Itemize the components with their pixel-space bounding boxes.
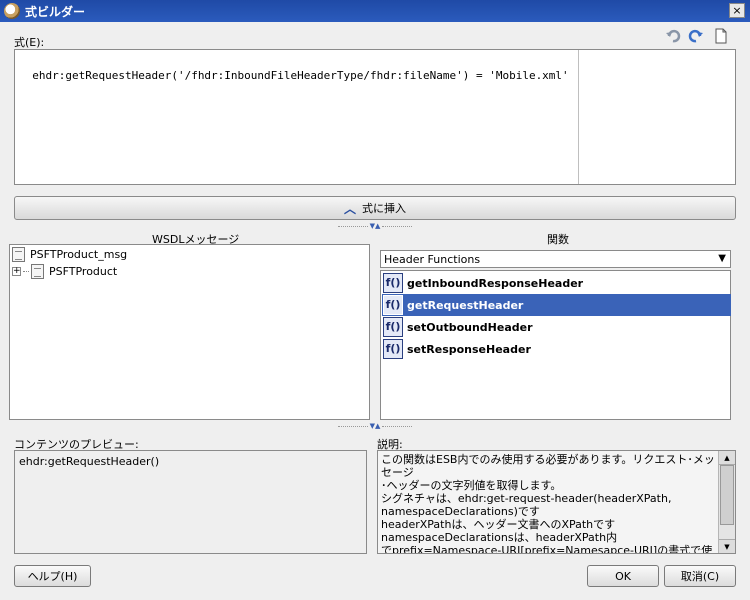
content-preview: ehdr:getRequestHeader()	[14, 450, 367, 554]
tree-item-label: PSFTProduct	[49, 265, 118, 278]
description-line: この関数はESB内でのみ使用する必要があります。リクエスト･メッセージ	[381, 453, 715, 479]
function-icon: f()	[383, 317, 403, 337]
function-label: getInboundResponseHeader	[407, 276, 584, 290]
insert-into-expression-button[interactable]: ︿ 式に挿入	[14, 196, 736, 220]
wsdl-tree-panel[interactable]: PSFTProduct_msg + PSFTProduct	[9, 244, 370, 420]
preview-text: ehdr:getRequestHeader()	[19, 455, 160, 468]
description-line: でprefix=Namespace-URI[prefix=Namesapce-U…	[381, 544, 713, 554]
function-label: getRequestHeader	[407, 298, 524, 312]
functions-header: 関数	[547, 233, 569, 246]
function-category-value: Header Functions	[384, 252, 481, 266]
function-icon: f()	[383, 339, 403, 359]
new-document-icon[interactable]	[713, 28, 729, 44]
window-title: 式ビルダー	[25, 4, 86, 19]
app-icon	[4, 3, 20, 19]
function-item[interactable]: f() setResponseHeader	[382, 338, 731, 360]
function-item[interactable]: f() getInboundResponseHeader	[382, 272, 731, 294]
chevron-up-icon: ︿	[343, 201, 356, 216]
description-scrollbar[interactable]: ▲ ▼	[718, 451, 735, 553]
splitter-handle-top[interactable]: ▼▲	[334, 222, 416, 230]
description-line: headerXPathは、ヘッダー文書へのXPathです	[381, 518, 616, 531]
help-button-label: ヘルプ(H)	[27, 570, 78, 583]
function-label: setOutboundHeader	[407, 320, 533, 334]
scroll-thumb[interactable]	[720, 465, 734, 525]
scroll-up-icon[interactable]: ▲	[719, 451, 735, 465]
function-icon: f()	[383, 273, 403, 293]
function-item[interactable]: f() setOutboundHeader	[382, 316, 731, 338]
description-line: シグネチャは、ehdr:get-request-header(headerXPa…	[381, 492, 672, 505]
expand-icon[interactable]: +	[12, 267, 21, 276]
description-text: この関数はESB内でのみ使用する必要があります。リクエスト･メッセージ ･ヘッダ…	[381, 453, 717, 554]
tree-item-label: PSFTProduct_msg	[30, 248, 128, 261]
description-line: namespaceDeclarations)です	[381, 505, 540, 518]
expression-editor[interactable]: ehdr:getRequestHeader('/fhdr:InboundFile…	[14, 49, 736, 185]
close-button[interactable]: ×	[729, 3, 745, 18]
ok-button[interactable]: OK	[587, 565, 659, 587]
description-line: ･ヘッダーの文字列値を取得します。	[381, 479, 562, 492]
description-box[interactable]: この関数はESB内でのみ使用する必要があります。リクエスト･メッセージ ･ヘッダ…	[377, 450, 736, 554]
cancel-button-label: 取消(C)	[680, 570, 720, 583]
redo-icon[interactable]	[688, 28, 704, 44]
function-list[interactable]: f() getInboundResponseHeader f() getRequ…	[380, 270, 731, 420]
tree-item-psftproduct-msg[interactable]: PSFTProduct_msg	[12, 247, 127, 262]
cancel-button[interactable]: 取消(C)	[664, 565, 736, 587]
function-icon: f()	[383, 295, 403, 315]
expression-label: 式(E):	[14, 36, 45, 49]
expression-text: ehdr:getRequestHeader('/fhdr:InboundFile…	[32, 69, 569, 82]
splitter-handle-bottom[interactable]: ▼▲	[334, 422, 416, 430]
function-category-select[interactable]: Header Functions ▼	[380, 250, 731, 268]
tree-item-psftproduct[interactable]: + PSFTProduct	[12, 264, 117, 279]
document-icon	[31, 264, 44, 279]
right-margin-line	[578, 50, 579, 184]
scroll-down-icon[interactable]: ▼	[719, 539, 735, 553]
ok-button-label: OK	[615, 569, 631, 583]
function-label: setResponseHeader	[407, 342, 531, 356]
function-item-selected[interactable]: f() getRequestHeader	[382, 294, 731, 316]
description-line: namespaceDeclarationsは、headerXPath内	[381, 531, 618, 544]
undo-icon[interactable]	[665, 28, 681, 44]
title-bar: 式ビルダー ×	[0, 0, 750, 22]
insert-button-label: 式に挿入	[362, 202, 406, 215]
chevron-down-icon: ▼	[718, 253, 726, 264]
document-icon	[12, 247, 25, 262]
help-button[interactable]: ヘルプ(H)	[14, 565, 91, 587]
